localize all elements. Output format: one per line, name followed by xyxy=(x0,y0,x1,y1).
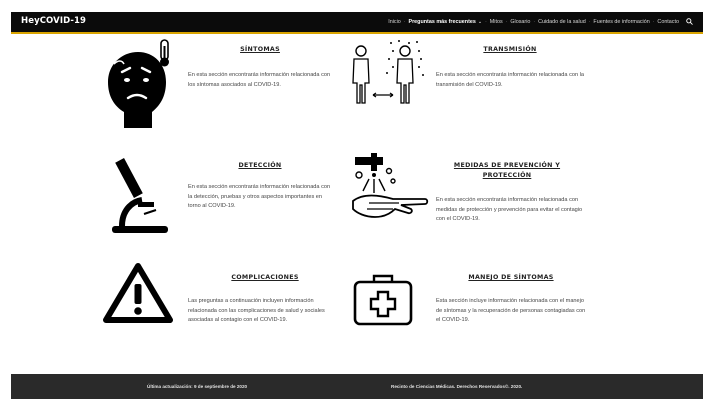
nav-separator: · xyxy=(485,18,487,25)
nav-item-mitos[interactable]: Mitos xyxy=(490,19,503,25)
section-title-manejo[interactable]: MANEJO DE SÍNTOMAS xyxy=(458,273,564,283)
section-desc-deteccion: En esta sección encontrarás información … xyxy=(188,184,331,210)
nav-separator: · xyxy=(403,18,406,25)
section-title-complicaciones[interactable]: COMPLICACIONES xyxy=(220,273,310,283)
chevron-down-icon[interactable]: ⌄ xyxy=(478,19,482,25)
microscope-icon xyxy=(112,157,168,233)
section-desc-complicaciones: Las preguntas a continuación incluyen in… xyxy=(188,298,325,324)
navbar-accent-line xyxy=(11,32,703,34)
site-footer: Última actualización: 9 de septiembre de… xyxy=(11,374,703,399)
section-title-prevencion[interactable]: MEDIDAS DE PREVENCIÓN Y PROTECCIÓN xyxy=(447,161,567,181)
warning-triangle-icon xyxy=(103,263,173,323)
site-brand[interactable]: HeyCOVID-19 xyxy=(21,16,86,26)
section-title-sintomas[interactable]: SÍNTOMAS xyxy=(220,45,300,55)
first-aid-kit-icon xyxy=(353,274,413,326)
nav-item-inicio[interactable]: Inicio xyxy=(388,19,401,25)
section-title-deteccion[interactable]: DETECCIÓN xyxy=(220,161,300,171)
nav-separator: · xyxy=(505,18,508,25)
nav-separator: · xyxy=(588,18,591,25)
top-navbar: HeyCOVID-19 Inicio · Preguntas más frecu… xyxy=(11,12,703,34)
hand-washing-icon xyxy=(352,153,429,218)
section-title-transmision[interactable]: TRANSMISIÓN xyxy=(470,45,550,55)
nav-item-preguntas[interactable]: Preguntas más frecuentes xyxy=(408,19,475,25)
nav-separator: · xyxy=(652,18,655,25)
footer-rights: Recinto de Ciencias Médicas. Derechos Re… xyxy=(391,384,523,389)
nav-item-fuentes[interactable]: Fuentes de información xyxy=(593,19,649,25)
nav-item-cuidado[interactable]: Cuidado de la salud xyxy=(538,19,586,25)
transmission-people-icon xyxy=(352,40,424,104)
search-icon[interactable] xyxy=(686,18,693,25)
nav-item-contacto[interactable]: Contacto xyxy=(657,19,679,25)
nav-item-glosario[interactable]: Glosario xyxy=(510,19,530,25)
section-desc-transmision: En esta sección encontrarás información … xyxy=(436,72,585,88)
section-desc-prevencion: En esta sección encontrarás información … xyxy=(436,197,583,223)
sick-face-thermometer-icon xyxy=(108,39,169,128)
nav-menu: Inicio · Preguntas más frecuentes ⌄ · Mi… xyxy=(388,18,693,25)
section-desc-manejo: Esta sección incluye información relacio… xyxy=(436,298,586,324)
nav-separator: · xyxy=(533,18,536,25)
footer-last-updated: Última actualización: 9 de septiembre de… xyxy=(147,384,248,389)
section-desc-sintomas: En esta sección encontrarás información … xyxy=(188,72,331,88)
